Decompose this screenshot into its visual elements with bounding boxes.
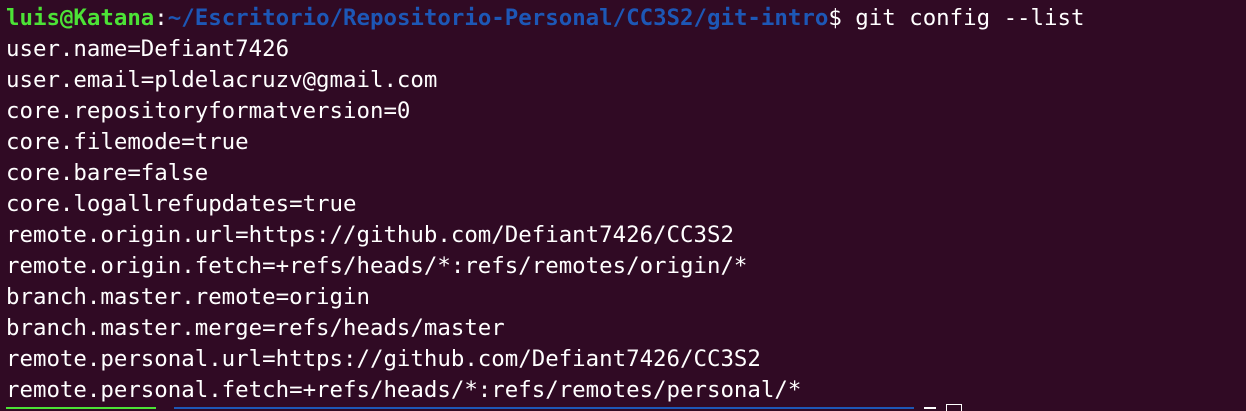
prompt-symbol: $: [828, 5, 842, 31]
output-line: remote.personal.url=https://github.com/D…: [6, 346, 761, 372]
output-line: remote.origin.url=https://github.com/Def…: [6, 222, 734, 248]
prompt-command: git config --list: [841, 5, 1085, 31]
terminal-window[interactable]: luis@Katana:~/Escritorio/Repositorio-Per…: [0, 0, 1246, 411]
output-line: core.filemode=true: [6, 129, 249, 155]
cutoff-user-host: [6, 407, 156, 409]
output-line: core.bare=false: [6, 160, 209, 186]
output-line: core.repositoryformatversion=0: [6, 98, 411, 124]
prompt-user-host: luis@Katana: [6, 5, 155, 31]
prompt-separator: :: [154, 5, 168, 31]
cutoff-path: [174, 407, 914, 409]
prompt-line: luis@Katana:~/Escritorio/Repositorio-Per…: [6, 3, 1246, 34]
prompt-path: ~/Escritorio/Repositorio-Personal/CC3S2/…: [167, 5, 829, 31]
output-line: user.name=Defiant7426: [6, 36, 290, 62]
next-prompt-cutoff: [6, 407, 1240, 411]
output-line: remote.personal.fetch=+refs/heads/*:refs…: [6, 377, 802, 403]
output-line: branch.master.remote=origin: [6, 284, 370, 310]
output-line: remote.origin.fetch=+refs/heads/*:refs/r…: [6, 253, 748, 279]
cutoff-symbol: [924, 407, 936, 409]
output-line: branch.master.merge=refs/heads/master: [6, 315, 505, 341]
terminal-cursor: [946, 404, 962, 411]
output-line: core.logallrefupdates=true: [6, 191, 357, 217]
output-line: user.email=pldelacruzv@gmail.com: [6, 67, 438, 93]
